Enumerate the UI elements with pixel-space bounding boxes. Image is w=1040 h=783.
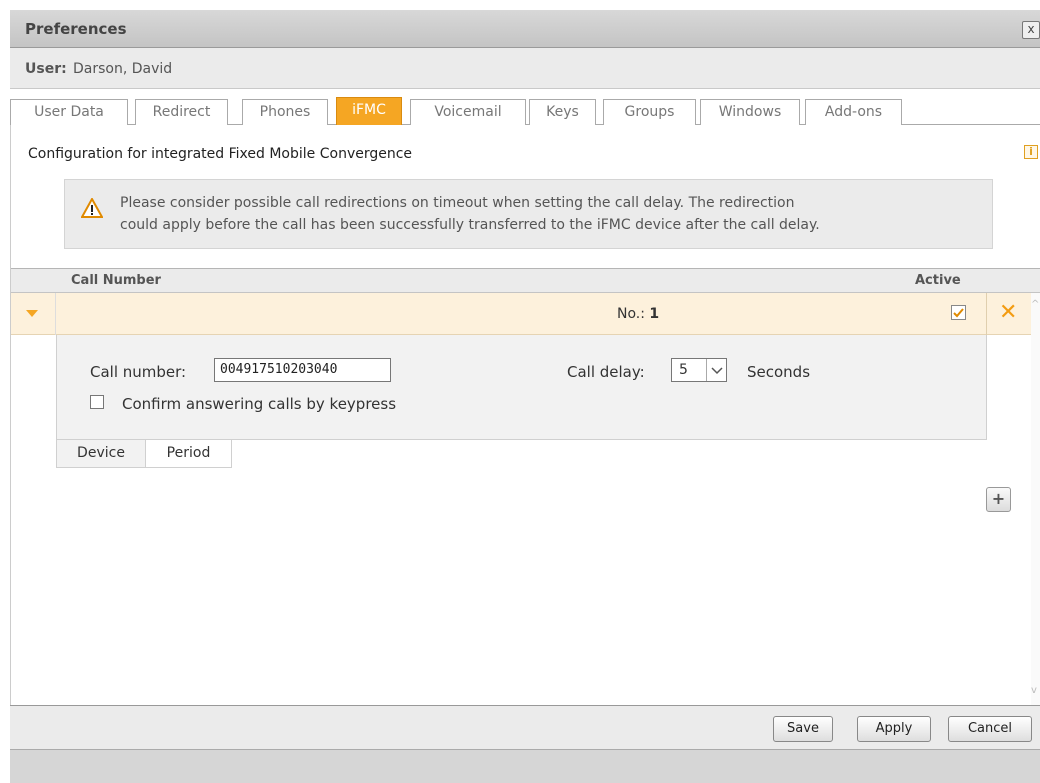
info-icon[interactable]: i	[1024, 145, 1038, 159]
delete-icon[interactable]: ✕	[999, 301, 1017, 325]
row-number-value: 1	[649, 306, 660, 322]
row-number: No.: 1	[617, 306, 659, 322]
save-button[interactable]: Save	[773, 716, 833, 742]
tab-groups[interactable]: Groups	[603, 99, 696, 125]
cancel-button[interactable]: Cancel	[948, 716, 1032, 742]
row-number-label: No.:	[617, 306, 645, 322]
ifmc-panel: Configuration for integrated Fixed Mobil…	[10, 125, 1040, 705]
entry-detail: Call number: 004917510203040 Call delay:…	[56, 335, 987, 440]
tab-bar: User Data Redirect Phones iFMC Voicemail…	[10, 89, 1040, 125]
scroll-up-icon[interactable]: ^	[1031, 299, 1039, 310]
scrollbar[interactable]	[1031, 293, 1040, 705]
call-number-label: Call number:	[90, 363, 187, 381]
call-delay-label: Call delay:	[567, 363, 645, 381]
tab-device[interactable]: Device	[56, 440, 146, 468]
warning-line-1: Please consider possible call redirectio…	[120, 195, 795, 211]
warning-icon	[80, 196, 104, 222]
tab-phones[interactable]: Phones	[242, 99, 328, 125]
confirm-checkbox[interactable]	[90, 395, 104, 409]
apply-button[interactable]: Apply	[857, 716, 931, 742]
row-separator	[986, 293, 987, 335]
column-call-number: Call Number	[71, 273, 161, 288]
seconds-label: Seconds	[747, 363, 811, 381]
tab-user-data[interactable]: User Data	[10, 99, 128, 125]
expand-toggle[interactable]	[11, 293, 56, 335]
table-row[interactable]: No.: 1 ✕	[11, 293, 1031, 335]
warning-text: Please consider possible call redirectio…	[120, 192, 820, 236]
window-title: Preferences	[25, 20, 127, 38]
close-button[interactable]: x	[1022, 21, 1040, 39]
chevron-down-icon	[26, 310, 38, 317]
add-button[interactable]: +	[986, 487, 1011, 512]
tab-voicemail[interactable]: Voicemail	[410, 99, 526, 125]
tab-keys[interactable]: Keys	[529, 99, 596, 125]
active-checkbox[interactable]	[951, 305, 966, 320]
column-active: Active	[915, 273, 961, 288]
warning-box: Please consider possible call redirectio…	[64, 179, 993, 249]
checkmark-icon	[953, 308, 964, 318]
title-bar: Preferences x	[10, 10, 1040, 48]
user-bar: User: Darson, David	[10, 48, 1040, 89]
tab-ifmc[interactable]: iFMC	[336, 97, 402, 125]
warning-line-2: could apply before the call has been suc…	[120, 217, 820, 233]
call-delay-select[interactable]: 5	[671, 358, 727, 382]
scroll-down-icon[interactable]: v	[1031, 685, 1037, 696]
call-number-input[interactable]: 004917510203040	[214, 358, 391, 382]
call-delay-value: 5	[679, 362, 688, 378]
chevron-down-icon[interactable]	[706, 359, 726, 381]
footer-bar: Save Apply Cancel	[10, 705, 1040, 750]
table-header: Call Number Active	[11, 268, 1040, 293]
status-strip	[10, 750, 1040, 783]
tab-add-ons[interactable]: Add-ons	[805, 99, 902, 125]
user-name: Darson, David	[73, 61, 173, 77]
user-label: User:	[25, 61, 67, 77]
confirm-label: Confirm answering calls by keypress	[122, 395, 397, 413]
tab-windows[interactable]: Windows	[700, 99, 800, 125]
config-title: Configuration for integrated Fixed Mobil…	[28, 146, 413, 162]
tab-period[interactable]: Period	[146, 440, 232, 468]
tab-redirect[interactable]: Redirect	[135, 99, 228, 125]
